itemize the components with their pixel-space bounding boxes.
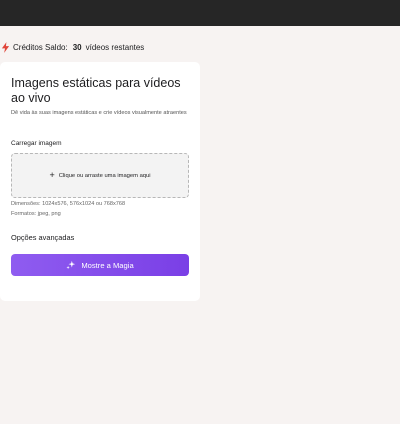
credits-suffix: vídeos restantes bbox=[85, 42, 145, 52]
plus-icon: + bbox=[49, 170, 55, 180]
page-description: Dê vida às suas imagens estáticas e crie… bbox=[11, 110, 187, 116]
advanced-options-toggle[interactable]: Opções avançadas bbox=[11, 233, 74, 242]
credits-count: 30 bbox=[72, 42, 82, 52]
dimensions-info: Dimensões: 1024x576, 576x1024 ou 768x768 bbox=[11, 201, 126, 207]
dropzone-text: Clique ou arraste uma imagem aqui bbox=[58, 172, 151, 179]
page-title: Imagens estáticas para vídeos ao vivo bbox=[11, 76, 181, 105]
lightning-icon bbox=[1, 41, 10, 53]
formats-info: Formatos: jpeg, png bbox=[11, 211, 61, 217]
sparkle-icon bbox=[66, 260, 76, 270]
show-magic-button[interactable]: Mostre a Magia bbox=[11, 254, 189, 276]
upload-label: Carregar imagem bbox=[11, 140, 62, 147]
top-bar bbox=[0, 0, 400, 26]
show-magic-label: Mostre a Magia bbox=[81, 260, 134, 270]
credits-label: Créditos Saldo: bbox=[13, 42, 68, 52]
image-dropzone[interactable]: + Clique ou arraste uma imagem aqui bbox=[11, 153, 189, 198]
credits-balance: Créditos Saldo: 30 vídeos restantes bbox=[0, 41, 144, 53]
